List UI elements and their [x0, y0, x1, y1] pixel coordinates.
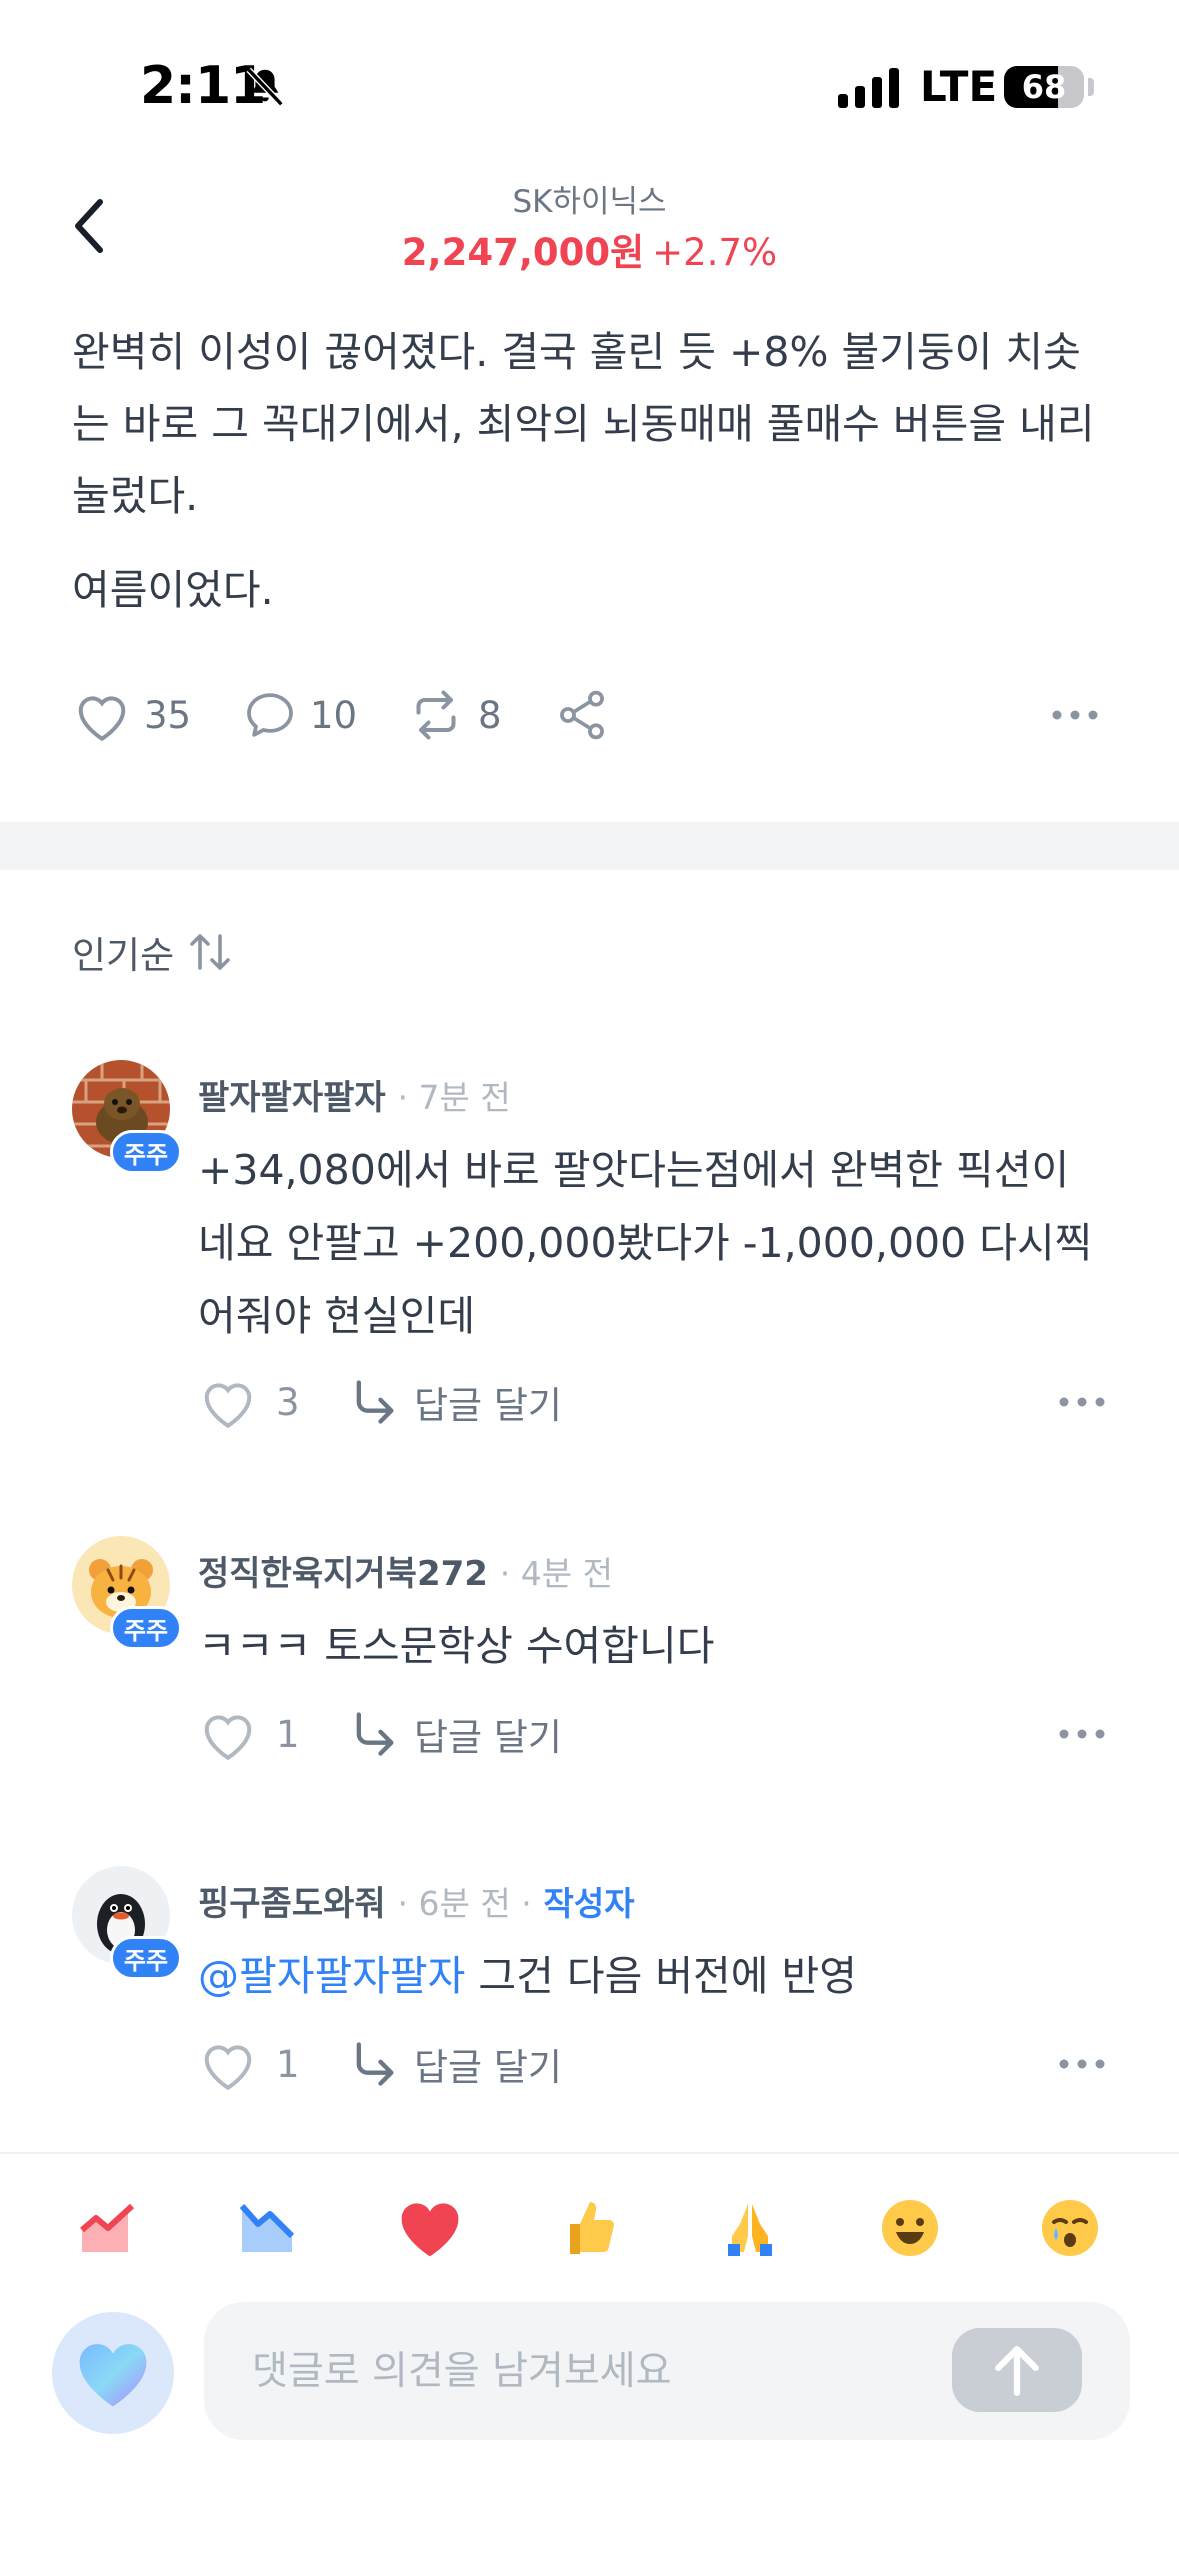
comment-body: @팔자팔자팔자 그건 다음 버전에 반영: [198, 1940, 1098, 2013]
post-paragraph: 여름이었다.: [72, 566, 274, 614]
sort-arrows-icon: [190, 934, 230, 970]
sort-label: 인기순: [72, 934, 175, 977]
author-tag: 작성자: [543, 1884, 635, 1923]
stock-name[interactable]: SK하이닉스: [0, 176, 1179, 221]
battery-icon: 68: [1004, 66, 1084, 108]
comment-text: 그건 다음 버전에 반영: [478, 1952, 857, 2000]
more-icon: [1059, 1397, 1105, 1407]
share-button[interactable]: [554, 680, 622, 750]
comment-like-count: 3: [276, 1380, 300, 1424]
holder-badge: 주주: [110, 1606, 182, 1650]
repost-count: 8: [478, 693, 502, 737]
comment-body: ㅋㅋㅋ 토스문학상 수여합니다: [198, 1622, 715, 1670]
reply-label: 답글 달기: [414, 1716, 562, 1759]
reply-arrow-icon: [356, 2042, 394, 2086]
reaction-chart-up[interactable]: [70, 2190, 146, 2266]
comment-more-button[interactable]: [1052, 2032, 1112, 2096]
stock-price-value: 2,247,000원: [401, 231, 645, 274]
reaction-heart-button[interactable]: [52, 2312, 174, 2434]
comment-meta: 팔자팔자팔자 · 7분 전: [198, 1070, 511, 1119]
heart-outline-icon: [78, 696, 126, 742]
reply-arrow-icon: [356, 1712, 394, 1756]
reaction-bar: [0, 2152, 1179, 2300]
share-icon: [560, 690, 604, 740]
post-more-button[interactable]: [1050, 680, 1112, 750]
comment-meta: 정직한육지거북272 · 4분 전: [198, 1546, 613, 1595]
thumbs-up-icon: [570, 2202, 614, 2254]
comment-more-button[interactable]: [1052, 1370, 1112, 1434]
comment-icon: [247, 693, 293, 737]
reply-button[interactable]: 답글 달기: [348, 2032, 562, 2096]
heart-outline-icon: [204, 1715, 252, 1761]
reply-button[interactable]: 답글 달기: [348, 1702, 562, 1766]
comment-button[interactable]: 10: [242, 680, 357, 750]
comment-author[interactable]: 팔자팔자팔자: [198, 1078, 386, 1118]
repost-button[interactable]: 8: [406, 680, 502, 750]
mention-link[interactable]: @팔자팔자팔자: [198, 1952, 465, 2000]
reply-arrow-icon: [356, 1380, 394, 1424]
section-divider: [0, 822, 1179, 870]
comment-like-count: 1: [276, 2042, 300, 2086]
comment-more-button[interactable]: [1052, 1702, 1112, 1766]
network-label: LTE: [920, 62, 998, 111]
send-button[interactable]: [952, 2328, 1082, 2412]
smile-icon: [882, 2200, 938, 2256]
comment-like-button[interactable]: 3: [198, 1370, 300, 1434]
heart-outline-icon: [204, 1383, 252, 1429]
comment-actions: 3 답글 달기: [198, 1370, 1112, 1434]
arrow-up-icon: [995, 2346, 1039, 2397]
comment-like-button[interactable]: 1: [198, 1702, 300, 1766]
comment-meta: 핑구좀도와줘 · 6분 전 · 작성자: [198, 1876, 635, 1925]
heart-outline-icon: [204, 2045, 252, 2091]
heart-icon: [401, 2203, 459, 2257]
comment-time: · 6분 전 ·: [397, 1884, 532, 1923]
comment-time: · 4분 전: [499, 1554, 613, 1593]
signal-icon: [838, 68, 899, 108]
battery-cap: [1088, 78, 1094, 96]
holder-badge: 주주: [110, 1130, 182, 1174]
comment-author[interactable]: 정직한육지거북272: [198, 1554, 488, 1594]
pray-icon: [728, 2204, 772, 2256]
post-paragraph: 완벽히 이성이 끊어졌다. 결국 홀린 듯 +8% 불기둥이 치솟는 바로 그 …: [72, 328, 1095, 520]
chart-up-icon: [80, 2203, 135, 2252]
reaction-pray[interactable]: [712, 2190, 788, 2266]
comment-like-button[interactable]: 1: [198, 2032, 300, 2096]
reaction-chart-down[interactable]: [230, 2190, 306, 2266]
reply-label: 답글 달기: [414, 1384, 562, 1427]
chart-down-icon: [239, 2204, 295, 2252]
status-bar: 2:11 LTE 68: [0, 0, 1179, 150]
comment-author[interactable]: 핑구좀도와줘: [198, 1884, 386, 1924]
holder-badge: 주주: [110, 1936, 182, 1980]
more-icon: [1052, 710, 1098, 720]
like-count: 35: [144, 693, 192, 737]
crying-icon: [1042, 2200, 1098, 2256]
more-icon: [1059, 1729, 1105, 1739]
bell-off-icon: [246, 67, 284, 107]
like-button[interactable]: 35: [72, 680, 191, 750]
reaction-thumbs-up[interactable]: [552, 2190, 628, 2266]
reaction-crying[interactable]: [1032, 2190, 1108, 2266]
stock-price-change: +2.7%: [652, 231, 778, 274]
sort-button[interactable]: 인기순: [72, 922, 234, 982]
comment-input[interactable]: [252, 2302, 932, 2440]
comment-input-box: [204, 2302, 1130, 2440]
gradient-heart-icon: [79, 2344, 147, 2407]
comment-like-count: 1: [276, 1712, 300, 1756]
post-actions: 35 10 8: [72, 680, 1112, 750]
stock-price[interactable]: 2,247,000원 +2.7%: [0, 222, 1179, 276]
reply-label: 답글 달기: [414, 2046, 562, 2089]
reaction-smile[interactable]: [872, 2190, 948, 2266]
post-body: 완벽히 이성이 끊어졌다. 결국 홀린 듯 +8% 불기둥이 치솟는 바로 그 …: [72, 316, 1112, 626]
more-icon: [1059, 2059, 1105, 2069]
comment-count: 10: [310, 693, 358, 737]
comment-actions: 1 답글 달기: [198, 1702, 1112, 1766]
comment-time: · 7분 전: [397, 1078, 511, 1117]
reaction-heart[interactable]: [392, 2190, 468, 2266]
comment-body: +34,080에서 바로 팔앗다는점에서 완벽한 픽션이네요 안팔고 +200,…: [198, 1146, 1093, 1340]
battery-level: 68: [1021, 68, 1067, 106]
comment-actions: 1 답글 달기: [198, 2032, 1112, 2096]
repost-icon: [416, 690, 456, 740]
reply-button[interactable]: 답글 달기: [348, 1370, 562, 1434]
